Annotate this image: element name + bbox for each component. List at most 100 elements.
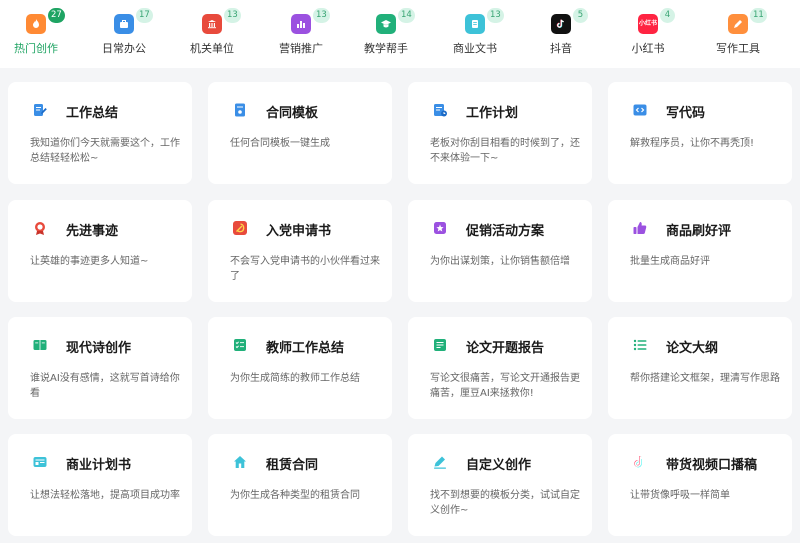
tab-label: 营销推广 [279,42,323,55]
tiktok-icon [630,452,650,472]
card-title: 论文大纲 [666,341,719,356]
template-card[interactable]: 先进事迹让英雄的事迹更多人知道~ [8,200,192,302]
tab-label: 抖音 [550,42,572,55]
card-title: 合同模板 [266,106,319,121]
house-icon [230,452,250,472]
tab-4[interactable]: 13 营销推广 [253,0,349,68]
flame-icon: 27 [26,8,65,34]
template-card-grid: 工作总结 我知道你们今天就需要这个，工作总结轻轻松松~ 合同模板 任何合同模板一键生成… [0,68,800,543]
card-title: 带货视频口播稿 [666,458,758,473]
tab-count-badge: 11 [750,8,767,23]
card-description: 为你生成各种类型的租赁合同 [230,490,360,501]
card-title: 入党申请书 [266,224,332,239]
checklist-icon [230,335,250,355]
template-card[interactable]: 入党申请书不会写入党申请书的小伙伴看过来了 [208,200,392,302]
tab-count-badge: 13 [224,8,241,23]
card-title: 促销活动方案 [466,224,545,239]
tab-count-badge: 27 [48,8,65,23]
institution-icon: 13 [202,8,241,34]
template-card[interactable]: 促销活动方案 为你出谋划策，让你销售额倍增 [408,200,592,302]
card-title: 现代诗创作 [66,341,132,356]
document-icon: 13 [465,8,504,34]
code-icon [630,100,650,120]
tab-count-badge: 4 [660,8,675,23]
card-title: 写代码 [666,106,706,121]
card-title: 论文开题报告 [466,341,545,356]
tab-2[interactable]: 17 日常办公 [76,0,172,68]
card-description: 让带货像呼吸一样简单 [630,490,730,501]
promotion-icon [430,218,450,238]
edit-document-icon [30,100,50,120]
card-description: 找不到想要的模板分类，试试自定义创作~ [430,490,580,516]
medal-icon [30,218,50,238]
template-card[interactable]: 商品刷好评批量生成商品好评 [608,200,792,302]
tab-count-badge: 13 [487,8,504,23]
card-title: 工作总结 [66,106,119,121]
tab-3[interactable]: 13 机关单位 [164,0,260,68]
tab-8[interactable]: 小红书 4 小红书 [600,0,696,68]
tab-5[interactable]: 14 教学帮手 [338,0,434,68]
pen-icon [430,452,450,472]
card-title: 教师工作总结 [266,341,345,356]
template-card[interactable]: 带货视频口播稿让带货像呼吸一样简单 [608,434,792,536]
card-title: 商品刷好评 [666,224,732,239]
card-title: 自定义创作 [466,458,532,473]
book-icon [30,335,50,355]
tab-count-badge: 14 [398,8,415,23]
template-card[interactable]: 工作计划老板对你刮目相看的时候到了，还不来体验一下~ [408,82,592,184]
template-card[interactable]: 租赁合同为你生成各种类型的租赁合同 [208,434,392,536]
template-card[interactable]: 论文大纲帮你搭建论文框架，理清写作思路 [608,317,792,419]
plan-icon [430,100,450,120]
template-card[interactable]: 工作总结我知道你们今天就需要这个，工作总结轻轻松松~ [8,82,192,184]
template-card[interactable]: 商业计划书让想法轻松落地，提高项目成功率 [8,434,192,536]
card-title: 商业计划书 [66,458,132,473]
briefcase-icon: 17 [114,8,153,34]
graduation-cap-icon: 14 [376,8,415,34]
tab-icon-text: 小红书 [638,20,657,27]
tab-label: 商业文书 [453,42,497,55]
card-title: 工作计划 [466,106,519,121]
template-card[interactable]: 合同模板任何合同模板一键生成 [208,82,392,184]
card-description: 任何合同模板一键生成 [230,138,330,149]
xiaohongshu-icon: 小红书 4 [638,8,675,34]
card-title: 先进事迹 [66,224,119,239]
tab-count-badge: 5 [573,8,588,23]
card-description: 帮你搭建论文框架，理清写作思路 [630,373,780,384]
tab-label: 机关单位 [190,42,234,55]
tab-count-badge: 17 [136,8,153,23]
card-description: 不会写入党申请书的小伙伴看过来了 [230,256,380,282]
category-tab-bar: 27 热门创作 17 日常办公 13 机关单位 13 营销推广 14 教学帮手 13 商业文书 5 抖音 小… [0,0,800,68]
tab-label: 小红书 [631,42,665,55]
report-icon [430,335,450,355]
template-card[interactable]: 论文开题报告写论文很痛苦，写论文开通报告更痛苦，厘豆AI来拯救你! [408,317,592,419]
tab-label: 日常办公 [102,42,146,55]
card-description: 为你生成简练的教师工作总结 [230,373,360,384]
card-description: 谁说AI没有感情，这就写首诗给你看 [30,373,180,399]
tab-1[interactable]: 27 热门创作 [0,0,84,68]
template-card[interactable]: 教师工作总结为你生成简练的教师工作总结 [208,317,392,419]
pen-tool-icon: 11 [728,8,767,34]
template-card[interactable]: 自定义创作找不到想要的模板分类，试试自定义创作~ [408,434,592,536]
tab-7[interactable]: 5 抖音 [513,0,609,68]
thumbs-up-icon [630,218,650,238]
card-description: 批量生成商品好评 [630,256,710,267]
party-emblem-icon [230,218,250,238]
business-plan-icon [30,452,50,472]
template-card[interactable]: 现代诗创作谁说AI没有感情，这就写首诗给你看 [8,317,192,419]
card-description: 让英雄的事迹更多人知道~ [30,256,149,267]
template-card[interactable]: 写代码解救程序员，让你不再秃顶! [608,82,792,184]
tab-label: 热门创作 [14,42,58,55]
card-title: 租赁合同 [266,458,319,473]
tab-count-badge: 13 [313,8,330,23]
card-description: 写论文很痛苦，写论文开通报告更痛苦，厘豆AI来拯救你! [430,373,580,399]
tab-9[interactable]: 11 写作工具 [690,0,786,68]
tab-label: 教学帮手 [364,42,408,55]
card-description: 我知道你们今天就需要这个，工作总结轻轻松松~ [30,138,180,164]
tab-label: 写作工具 [716,42,760,55]
tiktok-icon: 5 [551,8,588,34]
outline-list-icon [630,335,650,355]
card-description: 解救程序员，让你不再秃顶! [630,138,755,149]
card-description: 让想法轻松落地，提高项目成功率 [30,490,180,501]
card-description: 老板对你刮目相看的时候到了，还不来体验一下~ [430,138,580,164]
tab-6[interactable]: 13 商业文书 [427,0,523,68]
